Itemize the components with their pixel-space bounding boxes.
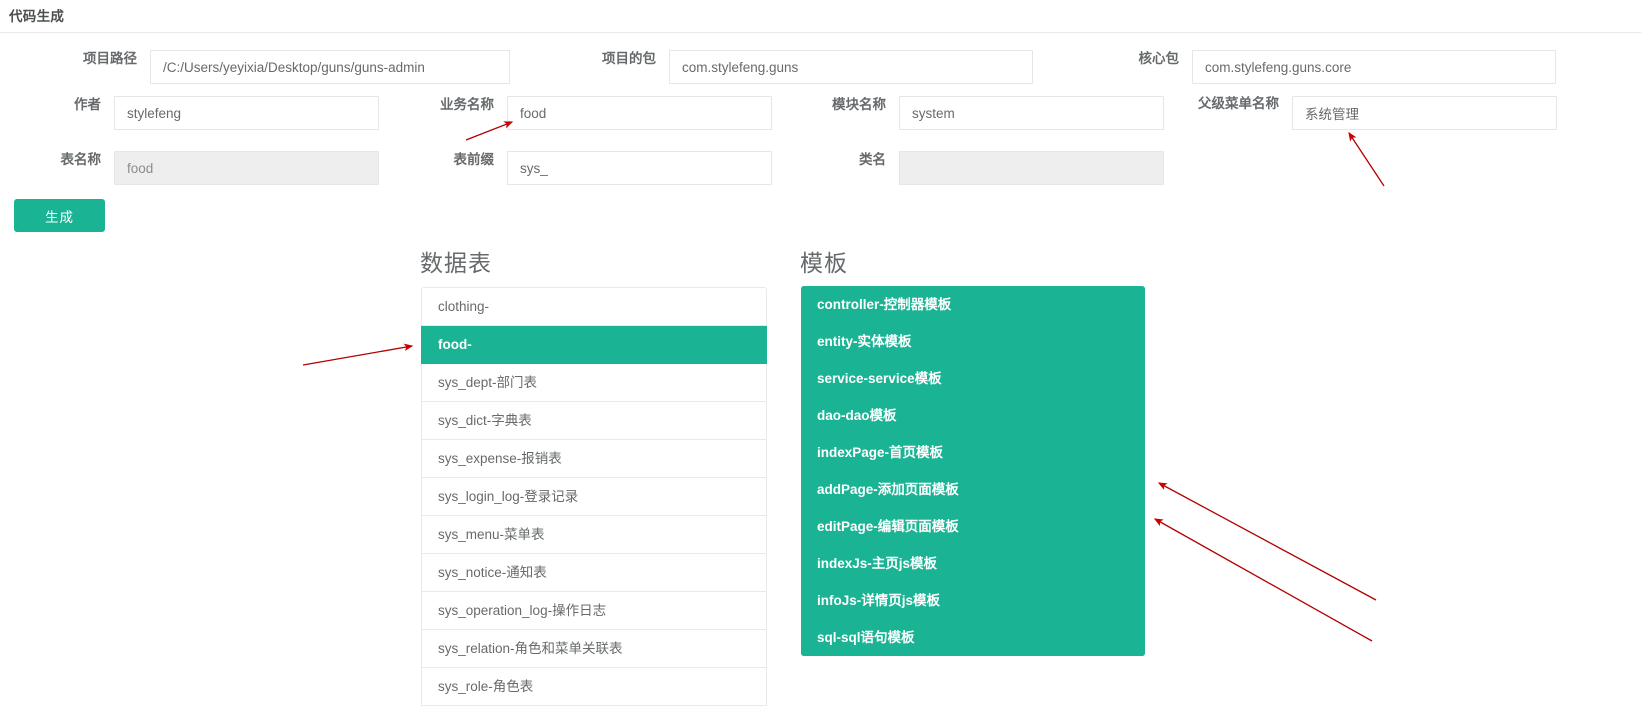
field-table-name: 表名称 (61, 151, 379, 185)
table-list-item-label: sys_dept-部门表 (438, 375, 538, 390)
table-list-item-label: sys_expense-报销表 (438, 451, 562, 466)
template-list-item-label: sql-sql语句模板 (817, 630, 915, 645)
table-list-item[interactable]: sys_role-角色表 (421, 668, 767, 706)
field-parent-menu-name: 父级菜单名称 (1198, 96, 1557, 130)
template-list-item[interactable]: entity-实体模板 (801, 323, 1145, 360)
template-list-item-label: entity-实体模板 (817, 334, 912, 349)
input-author[interactable] (114, 96, 379, 130)
table-list-item[interactable]: sys_dept-部门表 (421, 364, 767, 402)
field-table-prefix: 表前缀 (454, 151, 772, 185)
label-core-package: 核心包 (1138, 51, 1180, 66)
table-list-item-label: sys_relation-角色和菜单关联表 (438, 641, 623, 656)
table-list-item[interactable]: food- (421, 326, 767, 364)
page-title: 代码生成 (9, 9, 65, 24)
table-list-item[interactable]: sys_operation_log-操作日志 (421, 592, 767, 630)
table-list-item[interactable]: sys_menu-菜单表 (421, 516, 767, 554)
input-core-package[interactable] (1192, 50, 1556, 84)
template-list-item-label: service-service模板 (817, 371, 942, 386)
label-business-name: 业务名称 (440, 97, 494, 112)
label-table-name: 表名称 (60, 152, 102, 167)
table-list-item-label: sys_menu-菜单表 (438, 527, 545, 542)
field-core-package: 核心包 (1139, 50, 1556, 84)
input-project-path[interactable] (150, 50, 510, 84)
field-module-name: 模块名称 (832, 96, 1164, 130)
template-list-item[interactable]: indexJs-主页js模板 (801, 545, 1145, 582)
arrow-to-selected-table (302, 343, 414, 366)
template-list-item-label: controller-控制器模板 (817, 297, 952, 312)
table-list-item[interactable]: sys_login_log-登录记录 (421, 478, 767, 516)
template-list-item[interactable]: indexPage-首页模板 (801, 434, 1145, 471)
table-list-item-label: sys_login_log-登录记录 (438, 489, 579, 504)
label-class-name: 类名 (859, 152, 886, 167)
tables-list[interactable]: clothing-food-sys_dept-部门表 sys_dict-字典表sy… (421, 287, 767, 706)
field-business-name: 业务名称 (440, 96, 772, 130)
table-list-item-label: sys_dict-字典表 (438, 413, 532, 428)
template-list-item-label: addPage-添加页面模板 (817, 482, 959, 497)
template-list-item[interactable]: addPage-添加页面模板 (801, 471, 1145, 508)
table-list-item-label: food- (438, 337, 472, 352)
input-project-package[interactable] (669, 50, 1033, 84)
table-list-item-label: clothing- (438, 299, 490, 314)
template-list-item-label: infoJs-详情页js模板 (817, 593, 941, 608)
template-list-item[interactable]: service-service模板 (801, 360, 1145, 397)
template-list-item-label: dao-dao模板 (817, 408, 897, 423)
table-list-item[interactable]: sys_dict-字典表 (421, 402, 767, 440)
label-table-prefix: 表前缀 (453, 152, 495, 167)
table-list-item-label: sys_notice-通知表 (438, 565, 547, 580)
template-list-item[interactable]: sql-sql语句模板 (801, 619, 1145, 656)
table-list-item[interactable]: sys_relation-角色和菜单关联表 (421, 630, 767, 668)
field-project-path: 项目路径 (83, 50, 510, 84)
input-parent-menu-name[interactable] (1292, 96, 1557, 130)
template-list-item-label: editPage-编辑页面模板 (817, 519, 959, 534)
label-module-name: 模块名称 (832, 97, 886, 112)
label-project-path: 项目路径 (83, 51, 137, 66)
input-module-name[interactable] (899, 96, 1164, 130)
template-list-item[interactable]: infoJs-详情页js模板 (801, 582, 1145, 619)
field-project-package: 项目的包 (602, 50, 1033, 84)
template-list-item-label: indexPage-首页模板 (817, 445, 944, 460)
arrow-to-templates-lower (1153, 518, 1373, 642)
tables-panel-heading: 数据表 (420, 250, 492, 276)
template-list-item-label: indexJs-主页js模板 (817, 556, 938, 571)
input-class-name[interactable] (899, 151, 1164, 185)
template-list-item[interactable]: dao-dao模板 (801, 397, 1145, 434)
table-list-item[interactable]: sys_expense-报销表 (421, 440, 767, 478)
templates-list[interactable]: controller-控制器模板 entity-实体模板 service-servi… (801, 286, 1145, 656)
arrow-to-templates-upper (1157, 482, 1377, 601)
label-author: 作者 (74, 97, 101, 112)
label-parent-menu-name: 父级菜单名称 (1198, 96, 1279, 111)
templates-panel-heading: 模板 (800, 250, 848, 276)
table-list-item[interactable]: sys_notice-通知表 (421, 554, 767, 592)
table-list-item-label: sys_role-角色表 (438, 679, 534, 694)
input-table-name[interactable] (114, 151, 379, 185)
table-list-item-label: sys_operation_log-操作日志 (438, 603, 607, 618)
field-author: 作者 (74, 96, 379, 130)
input-table-prefix[interactable] (507, 151, 772, 185)
field-class-name: 类名 (859, 151, 1164, 185)
code-generation-form: 项目路径 项目的包 核心包 作者 业务名称 模块名称 父级菜单名称 表名称 表前… (0, 34, 1641, 234)
table-list-item[interactable]: clothing- (421, 287, 767, 326)
generate-button[interactable]: 生成 (14, 199, 105, 232)
input-business-name[interactable] (507, 96, 772, 130)
page-header: 代码生成 (0, 0, 1641, 33)
template-list-item[interactable]: controller-控制器模板 (801, 286, 1145, 323)
template-list-item[interactable]: editPage-编辑页面模板 (801, 508, 1145, 545)
label-project-package: 项目的包 (602, 51, 656, 66)
